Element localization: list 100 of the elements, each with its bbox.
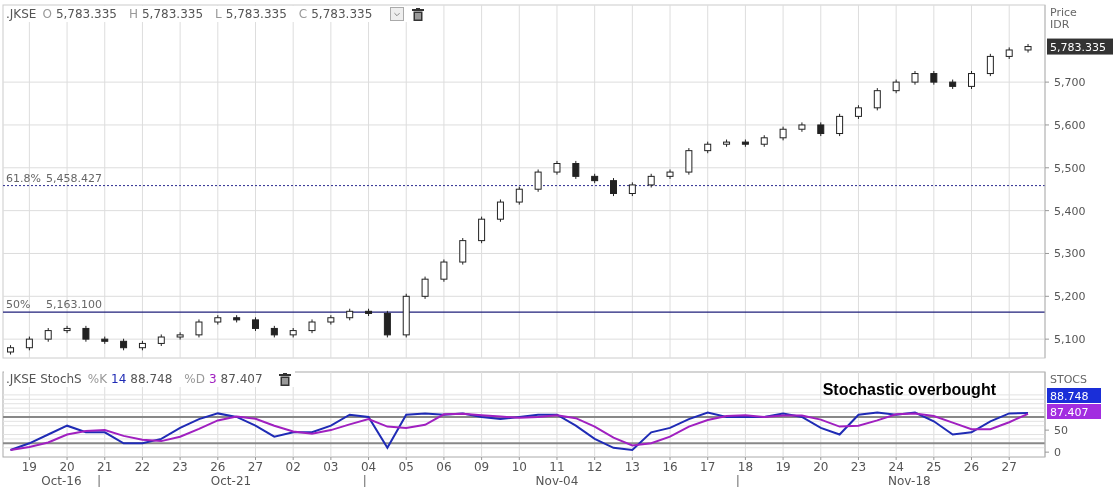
candlestick [82,325,90,343]
date-label: 20 [59,460,75,474]
axis-tick-label: 5,700 [1054,76,1086,90]
candlestick [25,336,33,351]
axis-tick-label: 50 [1054,424,1068,438]
trash-icon[interactable] [278,372,291,386]
candlestick [308,318,316,334]
date-label: 06 [436,460,452,474]
axis-tick-label: 5,500 [1054,161,1086,175]
date-label: 17 [700,460,716,474]
param-value: 87.407 [220,372,263,386]
ohlc-label: L [215,7,222,21]
candlestick [723,139,731,148]
candlestick [138,340,146,351]
date-label: 25 [926,460,942,474]
axis-tick-label: 5,400 [1054,204,1086,218]
date-label: 22 [134,460,151,474]
date-label: 13 [624,460,640,474]
candlestick [836,113,844,137]
candlestick [534,169,542,193]
candlestick [346,308,354,321]
candlestick [7,344,15,356]
date-label: 05 [398,460,414,474]
axis-title: STOCS [1050,373,1088,386]
level-label: 61.8% [6,171,41,185]
axis-tick-label: 0 [1054,446,1061,460]
candlestick [892,79,900,94]
date-label: 10 [511,460,527,474]
date-label: 27 [1001,460,1017,474]
candlestick [817,121,825,137]
candlestick [496,199,504,223]
candlestick [252,316,259,332]
candlestick [610,177,617,197]
ohlc-value: 5,783.335 [55,7,117,21]
date-label: 27 [247,460,264,474]
candlestick [214,314,222,326]
month-label: Oct-21 [210,474,252,488]
value-badge: 88.748 [1047,388,1101,403]
candlestick [798,121,806,133]
param-period: 14 [111,372,127,386]
candlestick [1005,46,1013,60]
axis-title: Price [1050,6,1077,19]
candlestick [760,134,768,148]
candlestick [270,325,278,338]
date-label: 19 [21,460,37,474]
date-label: 24 [888,460,904,474]
axis-title: IDR [1050,18,1070,31]
candlestick [968,70,975,90]
param-label: %K [87,372,107,386]
candlestick [986,53,994,77]
month-label: Nov-04 [535,474,579,488]
level-label: 50% [6,298,31,312]
date-label: 04 [360,460,377,474]
candlestick [704,141,712,154]
candlestick [157,333,165,347]
candlestick [421,276,429,300]
candlestick [383,310,391,338]
param-label: %D [184,372,205,386]
date-label: 11 [549,460,565,474]
candlestick [402,293,410,338]
candlestick [459,237,467,266]
candlestick [930,70,938,86]
date-label: 16 [662,460,678,474]
trash-icon[interactable] [412,7,425,21]
candlestick [63,325,71,334]
level-value: 5,458.427 [46,171,102,185]
axis-tick-label: 5,200 [1054,290,1086,304]
param-value: 88.748 [130,372,173,386]
date-label: 03 [323,460,339,474]
ohlc-value: 5,783.335 [142,7,204,21]
candlestick [741,139,749,148]
month-label: Oct-16 [41,474,82,488]
axis-tick-label: 5,100 [1054,333,1086,347]
candlestick [289,327,297,338]
date-label: 26 [210,460,226,474]
axis-tick-label: 5,600 [1054,118,1086,132]
candlestick [873,87,881,111]
candlestick [572,160,580,180]
indicator-label: .JKSE StochS [6,372,82,386]
last-price-badge: 5,783.335 [1047,38,1113,55]
candlestick [553,160,561,176]
candlestick [120,338,128,351]
candlestick [195,318,203,338]
date-label: 26 [963,460,980,474]
date-label: 18 [737,460,754,474]
candlestick [440,258,448,283]
candlestick [628,181,636,197]
candlestick [647,173,655,188]
candlestick [685,147,693,176]
ohlc-label: H [128,7,138,21]
candlestick [666,169,674,180]
candlestick [101,336,109,345]
candlestick [478,216,486,244]
candlestick [854,104,862,120]
date-label: 19 [775,460,791,474]
candlestick [1024,43,1032,54]
date-label: 12 [587,460,603,474]
date-label: 23 [172,460,188,474]
annotation-text: Stochastic overbought [822,381,996,398]
ohlc-label: O [42,7,52,21]
